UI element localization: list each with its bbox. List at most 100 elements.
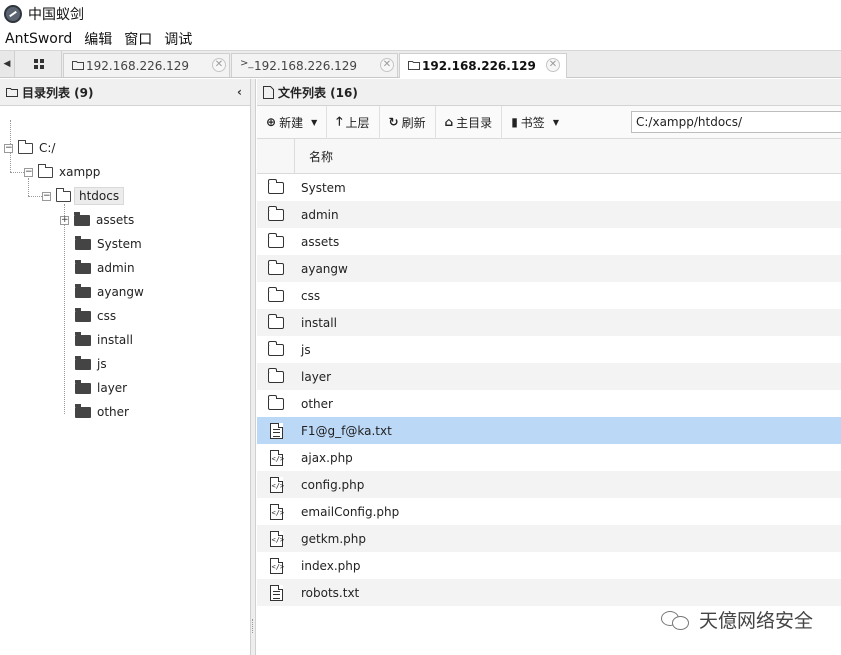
folder-icon <box>268 394 284 410</box>
file-row[interactable]: </> ajax.php <box>257 444 841 471</box>
tab-label: 192.168.226.129 <box>86 58 190 73</box>
collapse-toggle-icon[interactable]: − <box>42 191 51 201</box>
file-name: js <box>301 342 311 357</box>
file-icon-cell <box>257 394 295 410</box>
tree-node-css[interactable]: css <box>75 305 116 327</box>
tree-node-label-selected: htdocs <box>74 187 125 205</box>
collapse-toggle-icon[interactable]: − <box>24 167 33 177</box>
expand-toggle-icon[interactable]: + <box>60 215 69 225</box>
tree-node-htdocs[interactable]: − htdocs <box>42 185 125 207</box>
file-row[interactable]: </> getkm.php <box>257 525 841 552</box>
file-name: other <box>301 396 333 411</box>
tree-node-label: js <box>97 357 107 371</box>
refresh-button[interactable]: ↻ 刷新 <box>380 105 436 139</box>
arrow-up-icon: 🡑 <box>336 113 343 128</box>
file-name: admin <box>301 207 339 222</box>
tab-scroll-left-button[interactable]: ◀ <box>0 51 15 77</box>
name-column-header[interactable]: 名称 <box>295 139 333 173</box>
folder-icon <box>75 283 91 298</box>
file-row[interactable]: F1@g_f@ka.txt <box>257 417 841 444</box>
tree-node-install[interactable]: install <box>75 329 133 351</box>
tab-terminal[interactable]: >_ 192.168.226.129 ✕ <box>231 53 398 77</box>
file-row[interactable]: </> config.php <box>257 471 841 498</box>
file-row[interactable]: robots.txt <box>257 579 841 606</box>
menu-debug[interactable]: 调试 <box>158 29 198 49</box>
file-row[interactable]: assets <box>257 228 841 255</box>
folder-icon <box>75 379 91 394</box>
tree-node-xampp[interactable]: − xampp <box>24 161 100 183</box>
tree-node-js[interactable]: js <box>75 353 107 375</box>
tab-close-icon[interactable]: ✕ <box>212 58 226 72</box>
file-name: index.php <box>301 558 361 573</box>
menu-antsword[interactable]: AntSword <box>0 31 78 47</box>
tree-node-label: admin <box>97 261 135 275</box>
file-row[interactable]: layer <box>257 363 841 390</box>
menu-window[interactable]: 窗口 <box>118 29 158 49</box>
file-row[interactable]: ayangw <box>257 255 841 282</box>
home-dir-button[interactable]: ⌂ 主目录 <box>436 105 503 139</box>
tree-node-label: System <box>97 237 142 251</box>
file-icon-cell <box>257 313 295 329</box>
file-name: F1@g_f@ka.txt <box>301 423 392 438</box>
menu-edit[interactable]: 编辑 <box>78 29 118 49</box>
file-icon-cell: </> <box>257 476 295 493</box>
folder-icon <box>268 340 284 356</box>
tab-home-grid-button[interactable] <box>16 51 62 77</box>
new-button[interactable]: ⊕ 新建 ▼ <box>257 105 328 139</box>
file-icon-cell <box>257 232 295 248</box>
home-dir-label: 主目录 <box>456 115 493 130</box>
file-row[interactable]: </> emailConfig.php <box>257 498 841 525</box>
up-level-button[interactable]: 🡑 上层 <box>327 105 380 139</box>
tree-node-assets[interactable]: + assets <box>60 209 134 231</box>
folder-icon <box>74 211 90 226</box>
tree-node-label: xampp <box>59 165 101 179</box>
watermark-text: 天億网络安全 <box>698 610 813 632</box>
folder-icon <box>75 331 91 346</box>
tab-close-icon[interactable]: ✕ <box>546 58 560 72</box>
tree-node-system[interactable]: System <box>75 233 142 255</box>
collapse-panel-chevron-icon[interactable]: ‹ <box>237 85 242 99</box>
file-name: install <box>301 315 337 330</box>
icon-column-header <box>257 139 295 173</box>
path-input[interactable] <box>631 111 841 133</box>
file-row[interactable]: js <box>257 336 841 363</box>
file-icon-cell: </> <box>257 530 295 547</box>
file-icon <box>263 85 274 99</box>
file-row[interactable]: System <box>257 174 841 201</box>
folder-icon <box>268 367 284 383</box>
folder-icon <box>56 187 71 202</box>
file-row[interactable]: </> index.php <box>257 552 841 579</box>
tree-node-layer[interactable]: layer <box>75 377 127 399</box>
tree-node-label: ayangw <box>97 285 144 299</box>
file-grid-header: 名称 <box>257 139 841 174</box>
file-icon-cell <box>257 259 295 275</box>
tree-node-ayangw[interactable]: ayangw <box>75 281 144 303</box>
file-name: emailConfig.php <box>301 504 400 519</box>
bookmark-button[interactable]: ▮ 书签 ▼ <box>502 106 568 139</box>
folder-icon <box>75 403 91 418</box>
tab-file-manager-1[interactable]: 192.168.226.129 ✕ <box>63 53 230 77</box>
file-row[interactable]: css <box>257 282 841 309</box>
tree-node-other[interactable]: other <box>75 401 129 423</box>
file-name: System <box>301 180 346 195</box>
folder-icon <box>268 286 284 302</box>
file-icon-cell <box>257 584 295 601</box>
tab-close-icon[interactable]: ✕ <box>380 58 394 72</box>
folder-icon <box>75 355 91 370</box>
tree-node-label: other <box>97 405 129 419</box>
file-row[interactable]: other <box>257 390 841 417</box>
folder-icon <box>268 205 284 221</box>
folder-icon <box>72 61 84 70</box>
home-icon: ⌂ <box>444 115 454 129</box>
panel-splitter[interactable] <box>251 79 256 655</box>
caret-down-icon: ▼ <box>311 117 318 127</box>
tree-node-admin[interactable]: admin <box>75 257 135 279</box>
file-icon-cell <box>257 205 295 221</box>
tree-node-root[interactable]: − C:/ <box>4 137 55 159</box>
file-row[interactable]: admin <box>257 201 841 228</box>
tab-file-manager-active[interactable]: 192.168.226.129 ✕ <box>399 53 567 78</box>
watermark: 天億网络安全 <box>660 606 813 633</box>
tree-node-label: layer <box>97 381 128 395</box>
collapse-toggle-icon[interactable]: − <box>4 143 13 153</box>
file-row[interactable]: install <box>257 309 841 336</box>
